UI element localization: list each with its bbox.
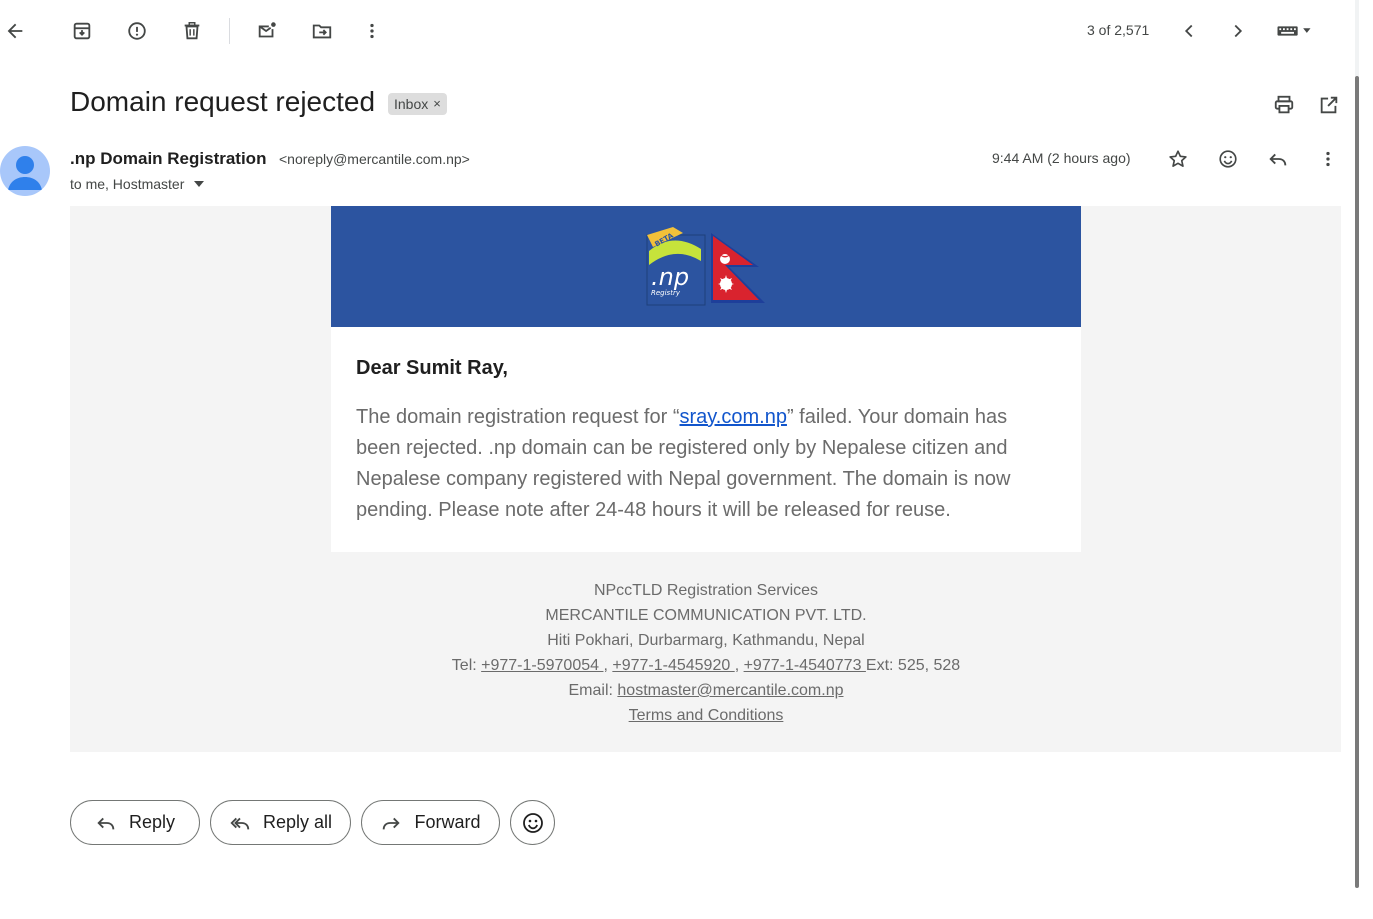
- np-registry-logo: BETA .np Registry: [646, 226, 769, 307]
- older-chevron-right-icon[interactable]: [1223, 16, 1253, 46]
- message-count: 3 of 2,571: [1087, 22, 1150, 38]
- archive-icon[interactable]: [67, 16, 97, 46]
- add-reaction-emoji-icon[interactable]: [1215, 146, 1241, 172]
- email-label: Email:: [568, 682, 618, 699]
- inbox-label-chip[interactable]: Inbox ×: [388, 93, 447, 115]
- reply-all-button[interactable]: Reply all: [210, 800, 351, 845]
- phone-link-1[interactable]: +977-1-5970054: [481, 657, 603, 674]
- sender-avatar[interactable]: [0, 146, 50, 196]
- forward-button-label: Forward: [414, 812, 481, 832]
- sender-name[interactable]: .np Domain Registration: [70, 149, 266, 169]
- smiley-emoji-icon: [522, 812, 543, 833]
- reply-all-button-label: Reply all: [262, 812, 333, 832]
- inbox-label-text: Inbox: [394, 96, 429, 112]
- chevron-down-icon[interactable]: [194, 181, 205, 187]
- more-options-icon[interactable]: [1315, 146, 1341, 172]
- move-to-icon[interactable]: [307, 16, 337, 46]
- phone-extension: Ext: 525, 528: [865, 657, 961, 674]
- phone-link-3[interactable]: +977-1-4540773: [744, 657, 866, 674]
- footer-address: Hiti Pokhari, Durbarmarg, Kathmandu, Nep…: [547, 632, 865, 649]
- email-timestamp: 9:44 AM (2 hours ago): [992, 150, 1131, 166]
- input-tools-keyboard-icon[interactable]: [1271, 16, 1317, 46]
- email-message: The domain registration request for “sra…: [356, 402, 1046, 526]
- footer-services: NPccTLD Registration Services: [593, 582, 819, 599]
- reply-button[interactable]: Reply: [70, 800, 200, 845]
- reply-button-label: Reply: [128, 812, 176, 832]
- toolbar: 3 of 2,571: [0, 0, 1373, 62]
- recipients-text: to me, Hostmaster: [70, 176, 185, 192]
- email-message-card: Dear Sumit Ray, The domain registration …: [331, 327, 1081, 552]
- reply-all-arrow-icon: [230, 817, 250, 829]
- toolbar-divider: [229, 18, 230, 44]
- footer-terms: Terms and Conditions: [331, 703, 1081, 728]
- open-in-new-window-icon[interactable]: [1316, 92, 1342, 118]
- reply-icon[interactable]: [1265, 146, 1291, 172]
- report-spam-icon[interactable]: [122, 16, 152, 46]
- email-banner: BETA .np Registry: [331, 206, 1081, 327]
- print-icon[interactable]: [1271, 92, 1297, 118]
- footer-email: Email: hostmaster@mercantile.com.np: [331, 678, 1081, 703]
- tel-label: Tel:: [451, 657, 482, 674]
- separator: ,: [734, 657, 744, 674]
- panel-edge: [1355, 0, 1359, 76]
- remove-label-close-icon[interactable]: ×: [433, 93, 441, 115]
- domain-link[interactable]: sray.com.np: [680, 406, 787, 428]
- mark-unread-icon[interactable]: [252, 16, 282, 46]
- phone-link-2[interactable]: +977-1-4545920: [612, 657, 734, 674]
- logo-registry-text: Registry: [651, 289, 681, 297]
- hostmaster-email-link[interactable]: hostmaster@mercantile.com.np: [617, 682, 843, 699]
- email-subject: Domain request rejected: [70, 86, 376, 117]
- footer-phones: Tel: +977-1-5970054 , +977-1-4545920 , +…: [331, 653, 1081, 678]
- more-vert-icon[interactable]: [357, 16, 387, 46]
- forward-arrow-icon: [383, 817, 401, 829]
- delete-icon[interactable]: [177, 16, 207, 46]
- footer-company: MERCANTILE COMMUNICATION PVT. LTD.: [545, 607, 867, 624]
- email-footer: NPccTLD Registration Services MERCANTILE…: [331, 578, 1081, 728]
- newer-chevron-left-icon[interactable]: [1174, 16, 1204, 46]
- sender-email: <noreply@mercantile.com.np>: [279, 151, 470, 167]
- back-arrow-icon[interactable]: [0, 16, 30, 46]
- terms-and-conditions-link[interactable]: Terms and Conditions: [629, 707, 784, 724]
- email-greeting: Dear Sumit Ray,: [356, 357, 508, 379]
- scrollbar-thumb[interactable]: [1355, 76, 1359, 888]
- emoji-reaction-button[interactable]: [510, 800, 555, 845]
- recipients-toggle[interactable]: to me, Hostmaster: [70, 176, 205, 192]
- reply-arrow-icon: [97, 817, 115, 829]
- logo-np-text: .np: [651, 263, 689, 291]
- forward-button[interactable]: Forward: [361, 800, 500, 845]
- message-text-start: The domain registration request for “: [356, 406, 680, 428]
- star-icon[interactable]: [1165, 146, 1191, 172]
